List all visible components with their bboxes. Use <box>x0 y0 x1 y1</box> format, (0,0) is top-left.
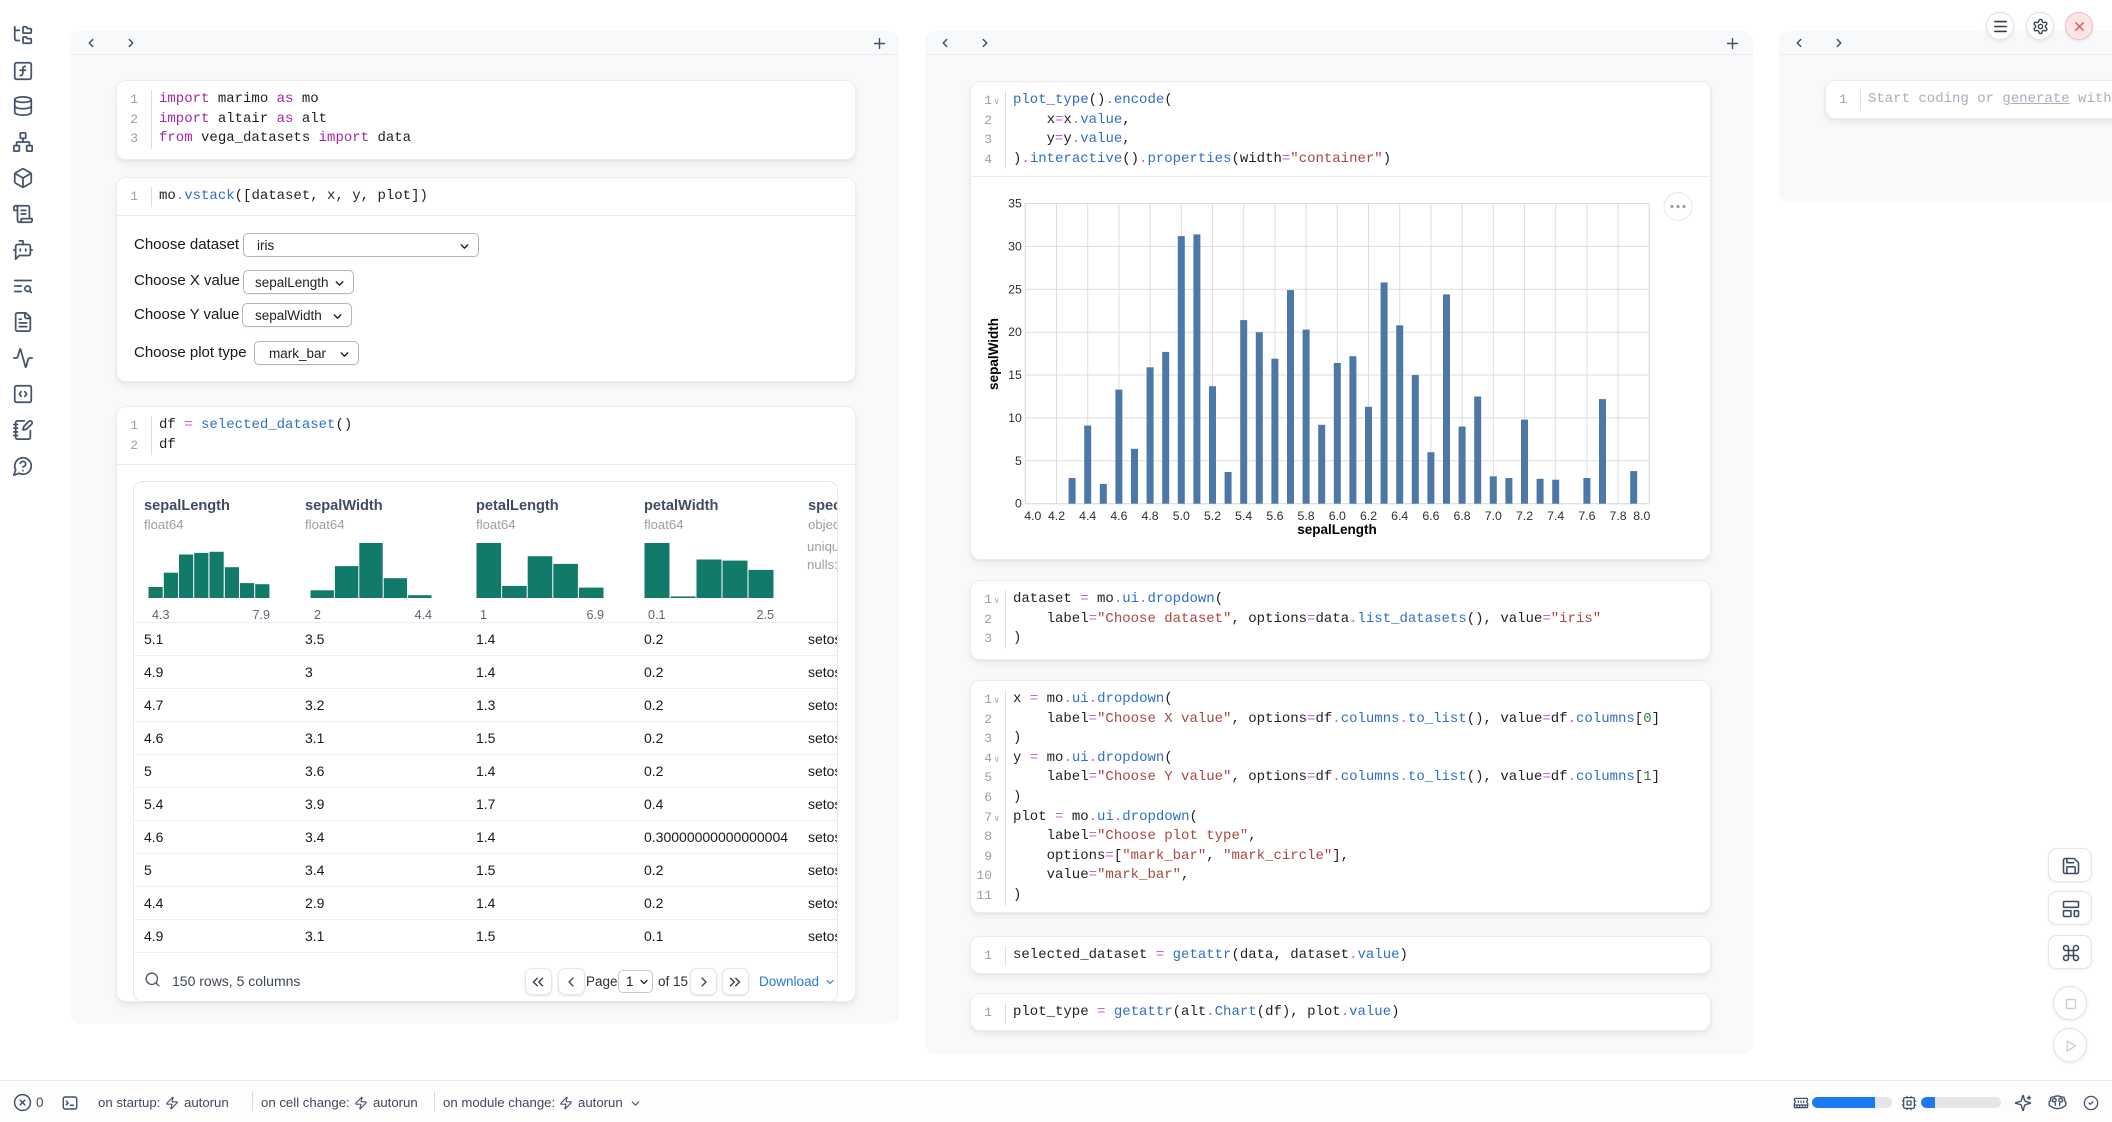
svg-text:6.6: 6.6 <box>1422 509 1439 523</box>
svg-text:7.4: 7.4 <box>1547 509 1564 523</box>
svg-text:15: 15 <box>1008 368 1022 382</box>
svg-text:4.0: 4.0 <box>1024 509 1041 523</box>
svg-text:6.4: 6.4 <box>1391 509 1408 523</box>
svg-text:7.0: 7.0 <box>1485 509 1502 523</box>
svg-text:5.0: 5.0 <box>1173 509 1190 523</box>
svg-text:sepalLength: sepalLength <box>1297 522 1377 537</box>
svg-text:4.4: 4.4 <box>1079 509 1096 523</box>
svg-text:20: 20 <box>1008 325 1022 339</box>
svg-text:5.8: 5.8 <box>1298 509 1315 523</box>
svg-text:6.0: 6.0 <box>1329 509 1346 523</box>
svg-text:5: 5 <box>1015 454 1022 468</box>
svg-text:4.2: 4.2 <box>1048 509 1065 523</box>
svg-text:5.4: 5.4 <box>1235 509 1252 523</box>
svg-text:7.2: 7.2 <box>1516 509 1533 523</box>
svg-text:4.6: 4.6 <box>1110 509 1127 523</box>
svg-text:4.8: 4.8 <box>1142 509 1159 523</box>
svg-text:7.6: 7.6 <box>1578 509 1595 523</box>
svg-text:6.2: 6.2 <box>1360 509 1377 523</box>
svg-text:35: 35 <box>1008 197 1022 211</box>
svg-text:sepalWidth: sepalWidth <box>986 318 1001 390</box>
svg-text:5.6: 5.6 <box>1266 509 1283 523</box>
svg-text:6.8: 6.8 <box>1454 509 1471 523</box>
svg-text:30: 30 <box>1008 239 1022 253</box>
svg-text:5.2: 5.2 <box>1204 509 1221 523</box>
svg-text:10: 10 <box>1008 411 1022 425</box>
svg-text:0: 0 <box>1015 497 1022 511</box>
svg-text:25: 25 <box>1008 282 1022 296</box>
svg-text:8.0: 8.0 <box>1633 509 1650 523</box>
svg-text:7.8: 7.8 <box>1610 509 1627 523</box>
